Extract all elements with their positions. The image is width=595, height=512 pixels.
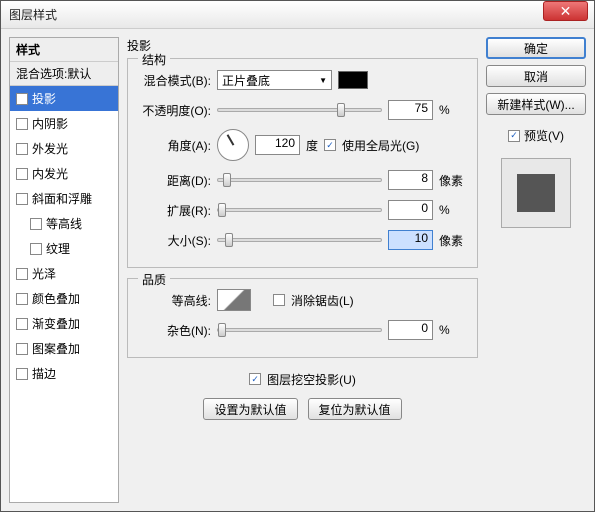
style-item-label: 纹理	[46, 240, 70, 257]
size-input[interactable]: 10	[388, 230, 433, 250]
style-checkbox[interactable]	[30, 218, 42, 230]
style-item-label: 渐变叠加	[32, 315, 80, 332]
preview-swatch	[501, 158, 571, 228]
dialog-buttons: 确定 取消 新建样式(W)... 预览(V)	[486, 37, 586, 503]
spread-slider[interactable]	[217, 208, 382, 212]
opacity-label: 不透明度(O):	[136, 102, 211, 119]
ok-button[interactable]: 确定	[486, 37, 586, 59]
new-style-button[interactable]: 新建样式(W)...	[486, 93, 586, 115]
spread-label: 扩展(R):	[136, 202, 211, 219]
window-title: 图层样式	[9, 6, 586, 23]
style-item-2[interactable]: 外发光	[10, 136, 118, 161]
style-item-0[interactable]: 投影	[10, 86, 118, 111]
global-light-label: 使用全局光(G)	[342, 137, 419, 154]
preview-checkbox[interactable]	[508, 130, 520, 142]
noise-label: 杂色(N):	[136, 322, 211, 339]
angle-label: 角度(A):	[136, 137, 211, 154]
style-checkbox[interactable]	[16, 93, 28, 105]
noise-input[interactable]: 0	[388, 320, 433, 340]
style-checkbox[interactable]	[16, 318, 28, 330]
cancel-button[interactable]: 取消	[486, 65, 586, 87]
blend-mode-label: 混合模式(B):	[136, 72, 211, 89]
style-item-10[interactable]: 图案叠加	[10, 336, 118, 361]
style-checkbox[interactable]	[16, 143, 28, 155]
knockout-label: 图层挖空投影(U)	[267, 371, 356, 388]
style-item-label: 描边	[32, 365, 56, 382]
style-item-3[interactable]: 内发光	[10, 161, 118, 186]
style-item-label: 等高线	[46, 215, 82, 232]
preview-label: 预览(V)	[524, 127, 564, 144]
style-item-label: 内发光	[32, 165, 68, 182]
spread-input[interactable]: 0	[388, 200, 433, 220]
style-item-1[interactable]: 内阴影	[10, 111, 118, 136]
section-title: 投影	[127, 37, 478, 54]
style-item-11[interactable]: 描边	[10, 361, 118, 386]
distance-input[interactable]: 8	[388, 170, 433, 190]
knockout-checkbox[interactable]	[249, 373, 261, 385]
style-item-label: 外发光	[32, 140, 68, 157]
style-item-label: 投影	[32, 90, 56, 107]
contour-label: 等高线:	[136, 292, 211, 309]
style-settings: 投影 结构 混合模式(B): 正片叠底 ▼ 不透明度(O): 75 %	[127, 37, 478, 503]
antialias-label: 消除锯齿(L)	[291, 292, 354, 309]
global-light-checkbox[interactable]	[324, 139, 336, 151]
blending-options[interactable]: 混合选项:默认	[10, 62, 118, 86]
distance-label: 距离(D):	[136, 172, 211, 189]
styles-header: 样式	[10, 38, 118, 62]
style-checkbox[interactable]	[16, 293, 28, 305]
contour-picker[interactable]	[217, 289, 251, 311]
style-item-label: 斜面和浮雕	[32, 190, 92, 207]
style-item-5[interactable]: 等高线	[10, 211, 118, 236]
structure-label: 结构	[138, 51, 170, 68]
make-default-button[interactable]: 设置为默认值	[203, 398, 297, 420]
angle-input[interactable]: 120	[255, 135, 300, 155]
reset-default-button[interactable]: 复位为默认值	[308, 398, 402, 420]
style-item-7[interactable]: 光泽	[10, 261, 118, 286]
style-item-4[interactable]: 斜面和浮雕	[10, 186, 118, 211]
style-item-label: 内阴影	[32, 115, 68, 132]
style-checkbox[interactable]	[16, 193, 28, 205]
quality-label: 品质	[138, 271, 170, 288]
noise-slider[interactable]	[217, 328, 382, 332]
style-checkbox[interactable]	[16, 118, 28, 130]
blend-mode-select[interactable]: 正片叠底 ▼	[217, 70, 332, 90]
style-item-label: 图案叠加	[32, 340, 80, 357]
styles-list: 样式 混合选项:默认 投影内阴影外发光内发光斜面和浮雕等高线纹理光泽颜色叠加渐变…	[9, 37, 119, 503]
shadow-color-swatch[interactable]	[338, 71, 368, 89]
style-checkbox[interactable]	[16, 368, 28, 380]
style-checkbox[interactable]	[16, 343, 28, 355]
antialias-checkbox[interactable]	[273, 294, 285, 306]
size-slider[interactable]	[217, 238, 382, 242]
layer-style-dialog: 图层样式 样式 混合选项:默认 投影内阴影外发光内发光斜面和浮雕等高线纹理光泽颜…	[0, 0, 595, 512]
titlebar: 图层样式	[1, 1, 594, 29]
structure-group: 结构 混合模式(B): 正片叠底 ▼ 不透明度(O): 75 % 角	[127, 58, 478, 268]
style-checkbox[interactable]	[16, 268, 28, 280]
style-item-8[interactable]: 颜色叠加	[10, 286, 118, 311]
close-icon[interactable]	[543, 1, 588, 21]
angle-dial[interactable]	[217, 129, 249, 161]
style-item-label: 光泽	[32, 265, 56, 282]
style-item-6[interactable]: 纹理	[10, 236, 118, 261]
preview-inner	[517, 174, 555, 212]
style-item-label: 颜色叠加	[32, 290, 80, 307]
opacity-input[interactable]: 75	[388, 100, 433, 120]
size-label: 大小(S):	[136, 232, 211, 249]
style-checkbox[interactable]	[30, 243, 42, 255]
distance-slider[interactable]	[217, 178, 382, 182]
style-checkbox[interactable]	[16, 168, 28, 180]
opacity-slider[interactable]	[217, 108, 382, 112]
quality-group: 品质 等高线: 消除锯齿(L) 杂色(N): 0 %	[127, 278, 478, 358]
chevron-down-icon: ▼	[319, 76, 327, 85]
style-item-9[interactable]: 渐变叠加	[10, 311, 118, 336]
